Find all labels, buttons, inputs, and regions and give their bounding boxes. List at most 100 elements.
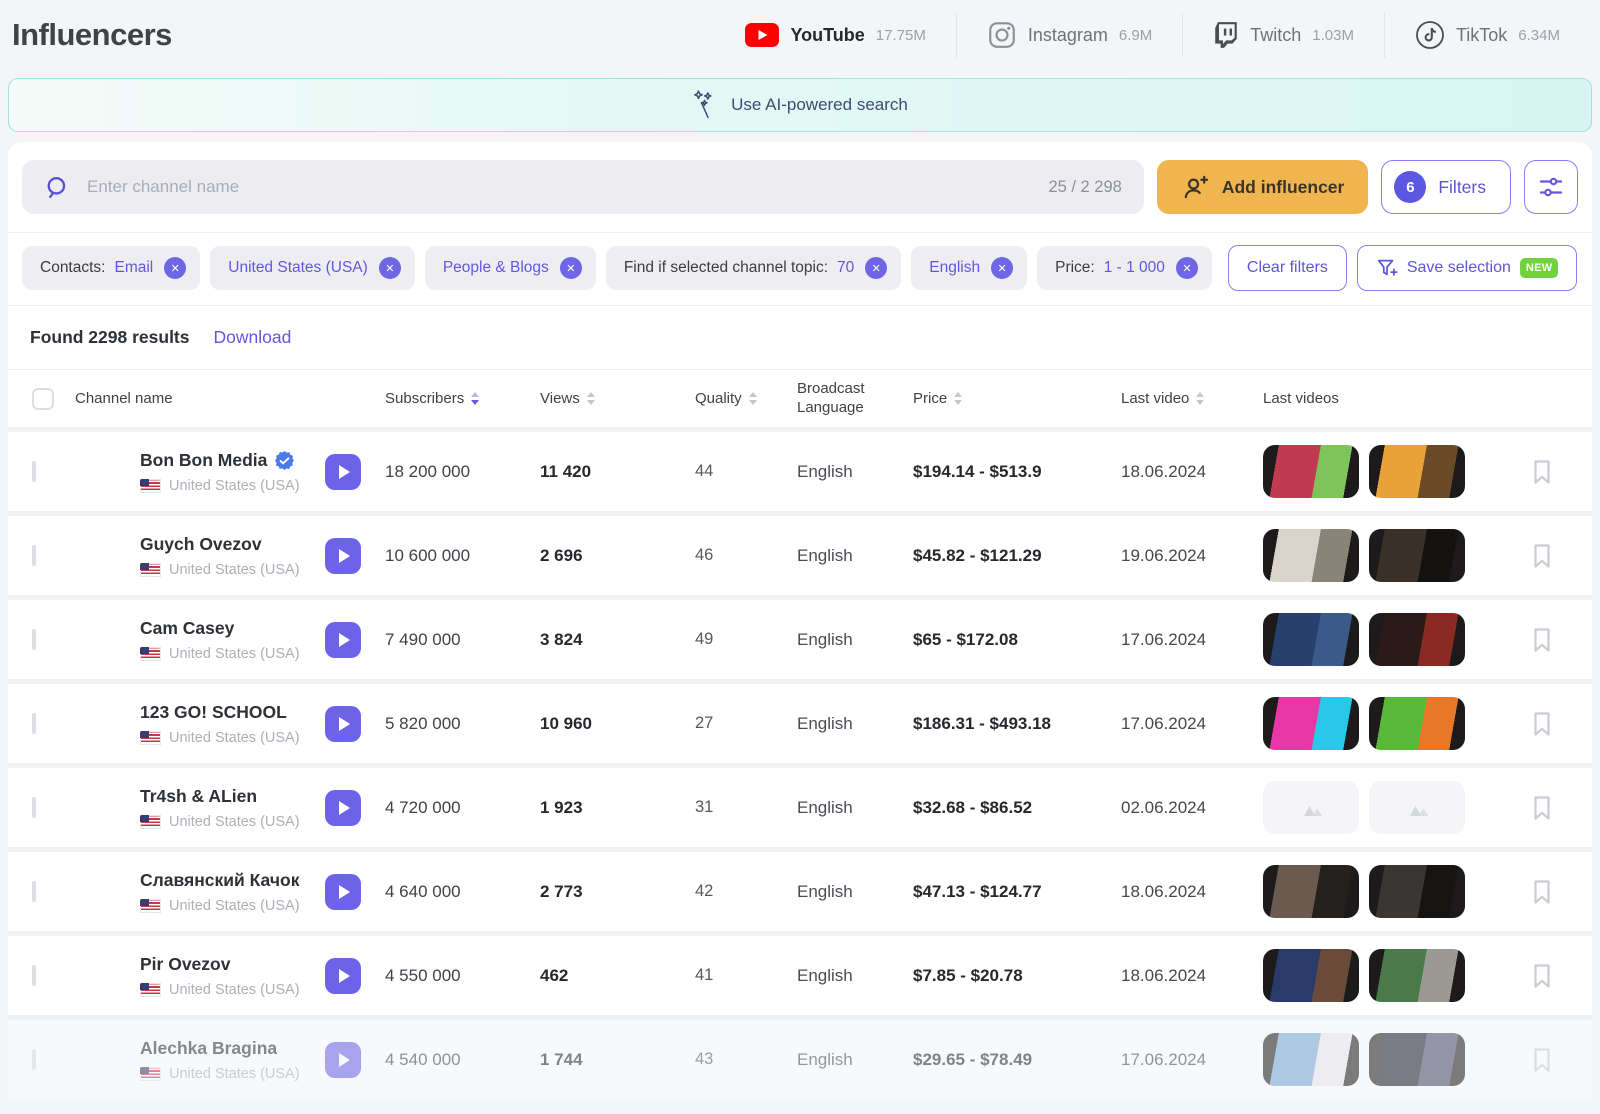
row-checkbox[interactable] [32, 629, 36, 650]
column-quality[interactable]: Quality [695, 390, 797, 407]
video-thumbnail[interactable] [1369, 613, 1465, 666]
youtube-play-button[interactable] [325, 958, 361, 994]
bookmark-icon[interactable] [1532, 963, 1552, 989]
channel-search[interactable]: 25 / 2 298 [22, 160, 1144, 214]
remove-filter-icon[interactable]: ✕ [991, 257, 1013, 279]
column-price[interactable]: Price [913, 390, 1121, 407]
video-thumbnail[interactable] [1263, 613, 1359, 666]
video-thumbnail[interactable] [1263, 949, 1359, 1002]
video-thumbnail[interactable] [1369, 865, 1465, 918]
platform-tab-twitch[interactable]: Twitch 1.03M [1182, 13, 1384, 57]
views-value: 1 744 [540, 1050, 695, 1070]
country-label: United States (USA) [169, 562, 300, 578]
channel-name[interactable]: Guych Ovezov [140, 534, 317, 555]
video-thumbnail[interactable] [1263, 697, 1359, 750]
filter-chip: English ✕ [911, 246, 1027, 290]
select-all-checkbox[interactable] [32, 388, 54, 410]
platform-tab-youtube[interactable]: YouTube 17.75M [715, 15, 955, 55]
row-checkbox[interactable] [32, 797, 36, 818]
video-thumbnail[interactable] [1369, 949, 1465, 1002]
last-video-date: 17.06.2024 [1121, 714, 1263, 734]
channel-name[interactable]: Tr4sh & ALien [140, 786, 317, 807]
country-label: United States (USA) [169, 898, 300, 914]
channel-name[interactable]: Cam Casey [140, 618, 317, 639]
video-thumbnail[interactable] [1369, 445, 1465, 498]
bookmark-icon[interactable] [1532, 879, 1552, 905]
price-value: $32.68 - $86.52 [913, 798, 1121, 818]
bookmark-icon[interactable] [1532, 711, 1552, 737]
platform-tab-tiktok[interactable]: TikTok 6.34M [1384, 12, 1590, 58]
video-thumbnail[interactable] [1263, 865, 1359, 918]
video-thumbnail[interactable] [1263, 529, 1359, 582]
search-input[interactable] [87, 177, 1032, 197]
video-thumbnail[interactable] [1263, 445, 1359, 498]
remove-filter-icon[interactable]: ✕ [560, 257, 582, 279]
video-thumbnail-placeholder[interactable] [1369, 781, 1465, 834]
subscribers-value: 10 600 000 [385, 546, 540, 566]
channel-name[interactable]: Славянский Качок [140, 870, 317, 891]
bookmark-icon[interactable] [1532, 795, 1552, 821]
video-thumbnail[interactable] [1369, 697, 1465, 750]
youtube-icon [745, 23, 779, 47]
price-value: $65 - $172.08 [913, 630, 1121, 650]
channel-name[interactable]: Bon Bon Media [140, 450, 317, 471]
add-person-icon [1181, 174, 1210, 200]
price-value: $7.85 - $20.78 [913, 966, 1121, 986]
last-video-date: 17.06.2024 [1121, 1050, 1263, 1070]
channel-name[interactable]: 123 GO! SCHOOL [140, 702, 317, 723]
verified-badge-icon [275, 451, 294, 470]
results-summary-row: Found 2298 results Download [8, 305, 1592, 369]
youtube-play-button[interactable] [325, 622, 361, 658]
youtube-play-button[interactable] [325, 1042, 361, 1078]
channel-name[interactable]: Alechka Bragina [140, 1038, 317, 1059]
table-row: Bon Bon Media United States (USA) 18 200… [8, 432, 1592, 511]
us-flag-icon [140, 563, 161, 577]
add-influencer-button[interactable]: Add influencer [1157, 160, 1369, 214]
remove-filter-icon[interactable]: ✕ [164, 257, 186, 279]
filter-settings-button[interactable] [1524, 160, 1578, 214]
quality-value: 43 [695, 1050, 797, 1069]
filters-button[interactable]: 6 Filters [1381, 160, 1511, 214]
platform-tab-instagram[interactable]: Instagram 6.9M [956, 12, 1182, 58]
video-thumbnail[interactable] [1369, 529, 1465, 582]
views-value: 11 420 [540, 462, 695, 482]
row-checkbox[interactable] [32, 881, 36, 902]
remove-filter-icon[interactable]: ✕ [865, 257, 887, 279]
sliders-icon [1537, 173, 1565, 201]
last-video-date: 19.06.2024 [1121, 546, 1263, 566]
youtube-play-button[interactable] [325, 454, 361, 490]
bookmark-icon[interactable] [1532, 543, 1552, 569]
ai-search-banner[interactable]: Use AI-powered search [8, 78, 1592, 132]
video-thumbnail-placeholder[interactable] [1263, 781, 1359, 834]
bookmark-icon[interactable] [1532, 1047, 1552, 1073]
filter-chip: People & Blogs ✕ [425, 246, 596, 290]
row-checkbox[interactable] [32, 545, 36, 566]
row-checkbox[interactable] [32, 461, 36, 482]
sort-icon [471, 392, 479, 405]
download-link[interactable]: Download [214, 327, 292, 348]
remove-filter-icon[interactable]: ✕ [1176, 257, 1198, 279]
youtube-play-button[interactable] [325, 874, 361, 910]
save-selection-button[interactable]: Save selection NEW [1357, 245, 1578, 291]
row-checkbox[interactable] [32, 713, 36, 734]
remove-filter-icon[interactable]: ✕ [379, 257, 401, 279]
video-thumbnail[interactable] [1263, 1033, 1359, 1086]
bookmark-icon[interactable] [1532, 627, 1552, 653]
country-label: United States (USA) [169, 1066, 300, 1082]
bookmark-icon[interactable] [1532, 459, 1552, 485]
youtube-play-button[interactable] [325, 538, 361, 574]
clear-filters-button[interactable]: Clear filters [1228, 245, 1347, 291]
column-last-video[interactable]: Last video [1121, 390, 1263, 407]
video-thumbnail[interactable] [1369, 1033, 1465, 1086]
channel-name[interactable]: Pir Ovezov [140, 954, 317, 975]
filter-chip: Contacts: Email ✕ [22, 246, 200, 290]
column-subscribers[interactable]: Subscribers [385, 390, 540, 407]
column-views[interactable]: Views [540, 390, 695, 407]
subscribers-value: 18 200 000 [385, 462, 540, 482]
youtube-play-button[interactable] [325, 790, 361, 826]
youtube-play-button[interactable] [325, 706, 361, 742]
table-row: Славянский Качок United States (USA) 4 6… [8, 852, 1592, 931]
price-value: $29.65 - $78.49 [913, 1050, 1121, 1070]
row-checkbox[interactable] [32, 1049, 36, 1070]
row-checkbox[interactable] [32, 965, 36, 986]
